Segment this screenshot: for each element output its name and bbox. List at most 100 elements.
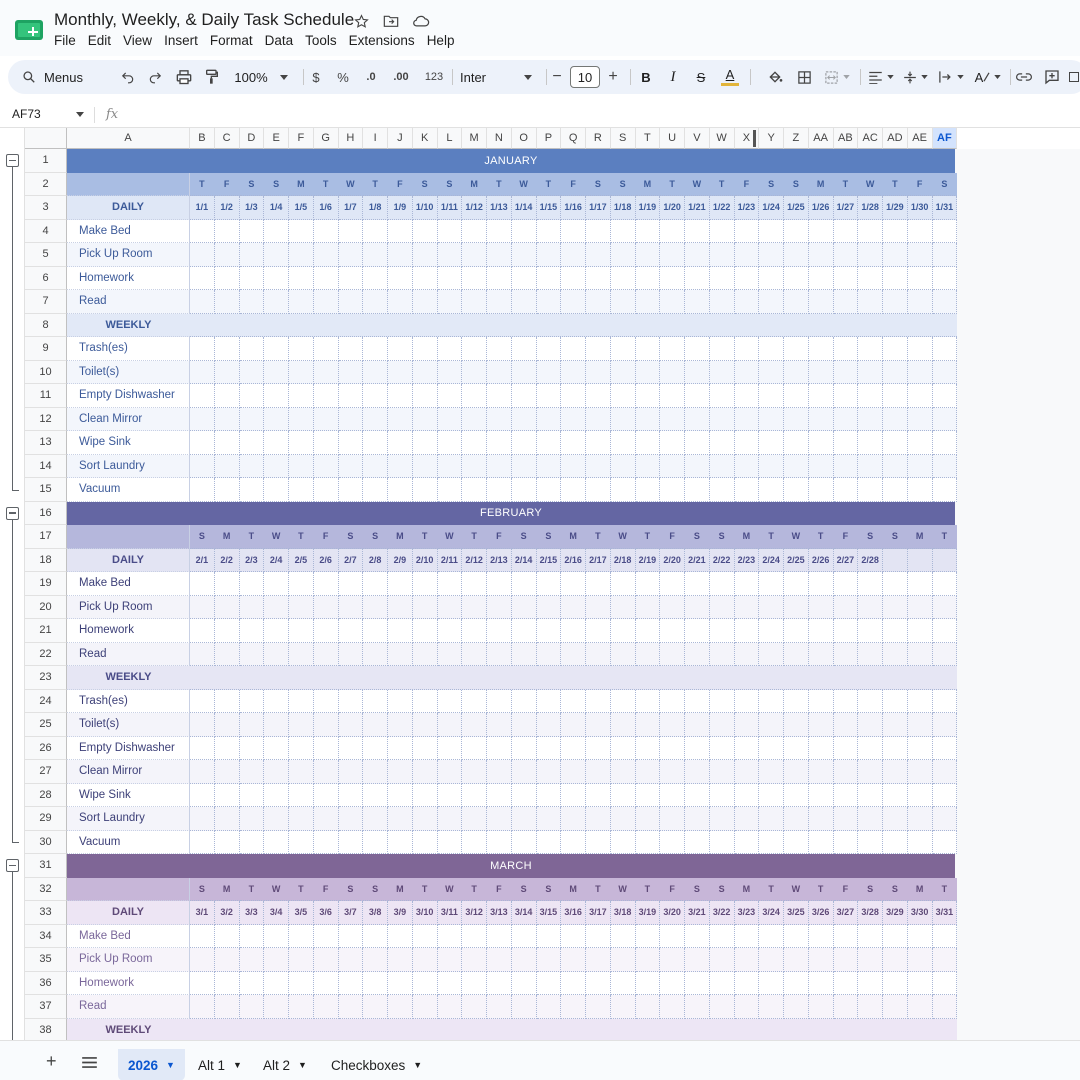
task-cell[interactable]	[709, 454, 735, 478]
date-cell[interactable]: 1/28	[858, 196, 883, 220]
task-cell[interactable]	[759, 407, 784, 431]
task-cell[interactable]	[462, 384, 487, 408]
weekday-cell[interactable]: T	[487, 172, 512, 196]
task-cell[interactable]	[214, 807, 240, 831]
task-cell[interactable]	[338, 478, 364, 502]
task-cell[interactable]	[264, 337, 289, 361]
task-cell[interactable]	[635, 760, 661, 784]
task-cell[interactable]	[883, 830, 908, 854]
column-header-r[interactable]: R	[586, 128, 611, 149]
column-header-v[interactable]: V	[685, 128, 710, 149]
task-cell[interactable]	[437, 266, 463, 290]
task-cell[interactable]	[338, 360, 364, 384]
task-cell[interactable]	[883, 713, 908, 737]
task-cell[interactable]	[190, 995, 215, 1019]
task-cell[interactable]	[264, 572, 289, 596]
task-cell[interactable]	[239, 243, 265, 267]
task-cell[interactable]	[759, 642, 784, 666]
task-cell[interactable]	[214, 243, 240, 267]
move-folder-icon[interactable]	[382, 12, 400, 30]
task-cell[interactable]	[190, 971, 215, 995]
date-cell[interactable]: 3/8	[363, 901, 388, 925]
weekday-cell[interactable]: T	[808, 525, 834, 549]
task-cell[interactable]	[536, 760, 562, 784]
task-cell[interactable]	[759, 995, 784, 1019]
text-rotation-button[interactable]: A	[972, 60, 1004, 94]
task-cell[interactable]	[660, 595, 685, 619]
task-cell[interactable]	[437, 713, 463, 737]
task-label[interactable]: Wipe Sink	[67, 783, 190, 807]
merge-cells-button[interactable]	[822, 60, 852, 94]
row-header-11[interactable]: 11	[25, 384, 67, 408]
row-header-30[interactable]: 30	[25, 830, 67, 854]
task-cell[interactable]	[289, 971, 314, 995]
weekly-section-row[interactable]	[190, 1018, 958, 1040]
task-cell[interactable]	[363, 431, 388, 455]
weekday-cell[interactable]: S	[610, 172, 636, 196]
task-cell[interactable]	[858, 689, 883, 713]
task-cell[interactable]	[833, 219, 859, 243]
date-cell[interactable]: 1/3	[239, 196, 265, 220]
task-cell[interactable]	[388, 337, 413, 361]
task-cell[interactable]	[833, 830, 859, 854]
task-cell[interactable]	[759, 219, 784, 243]
row-header-10[interactable]: 10	[25, 360, 67, 384]
task-cell[interactable]	[264, 360, 289, 384]
task-cell[interactable]	[437, 642, 463, 666]
task-cell[interactable]	[734, 572, 760, 596]
weekday-cell[interactable]: T	[586, 525, 611, 549]
column-header-p[interactable]: P	[536, 128, 562, 149]
task-cell[interactable]	[313, 431, 339, 455]
weekday-row-label[interactable]	[67, 172, 190, 196]
task-cell[interactable]	[586, 219, 611, 243]
borders-button[interactable]	[794, 60, 814, 94]
task-cell[interactable]	[610, 995, 636, 1019]
task-cell[interactable]	[289, 642, 314, 666]
weekday-cell[interactable]: T	[932, 525, 958, 549]
task-cell[interactable]	[511, 337, 537, 361]
weekday-cell[interactable]: S	[190, 525, 215, 549]
task-cell[interactable]	[709, 290, 735, 314]
task-cell[interactable]	[685, 360, 710, 384]
task-cell[interactable]	[635, 360, 661, 384]
row-header-21[interactable]: 21	[25, 619, 67, 643]
task-cell[interactable]	[759, 689, 784, 713]
task-cell[interactable]	[685, 595, 710, 619]
task-cell[interactable]	[363, 454, 388, 478]
weekday-cell[interactable]: W	[610, 877, 636, 901]
task-cell[interactable]	[487, 971, 512, 995]
task-cell[interactable]	[388, 736, 413, 760]
task-cell[interactable]	[214, 736, 240, 760]
task-cell[interactable]	[561, 219, 586, 243]
column-header-e[interactable]: E	[264, 128, 289, 149]
task-cell[interactable]	[437, 995, 463, 1019]
task-cell[interactable]	[932, 219, 958, 243]
task-label[interactable]: Read	[67, 642, 190, 666]
task-cell[interactable]	[214, 478, 240, 502]
task-cell[interactable]	[610, 407, 636, 431]
task-cell[interactable]	[759, 266, 784, 290]
task-cell[interactable]	[190, 807, 215, 831]
task-cell[interactable]	[833, 713, 859, 737]
task-cell[interactable]	[190, 783, 215, 807]
weekday-cell[interactable]: T	[759, 525, 784, 549]
weekday-cell[interactable]: F	[907, 172, 933, 196]
task-cell[interactable]	[932, 995, 958, 1019]
task-cell[interactable]	[313, 924, 339, 948]
add-sheet-button[interactable]: +	[46, 1051, 57, 1072]
task-cell[interactable]	[635, 478, 661, 502]
weekday-cell[interactable]: T	[462, 525, 487, 549]
task-cell[interactable]	[437, 760, 463, 784]
task-cell[interactable]	[313, 830, 339, 854]
task-cell[interactable]	[561, 572, 586, 596]
task-cell[interactable]	[338, 642, 364, 666]
task-cell[interactable]	[214, 642, 240, 666]
task-cell[interactable]	[363, 595, 388, 619]
task-cell[interactable]	[338, 783, 364, 807]
task-cell[interactable]	[932, 407, 958, 431]
weekday-cell[interactable]: S	[437, 172, 463, 196]
task-cell[interactable]	[759, 830, 784, 854]
task-cell[interactable]	[536, 642, 562, 666]
select-all-corner[interactable]	[25, 128, 67, 149]
task-cell[interactable]	[190, 384, 215, 408]
